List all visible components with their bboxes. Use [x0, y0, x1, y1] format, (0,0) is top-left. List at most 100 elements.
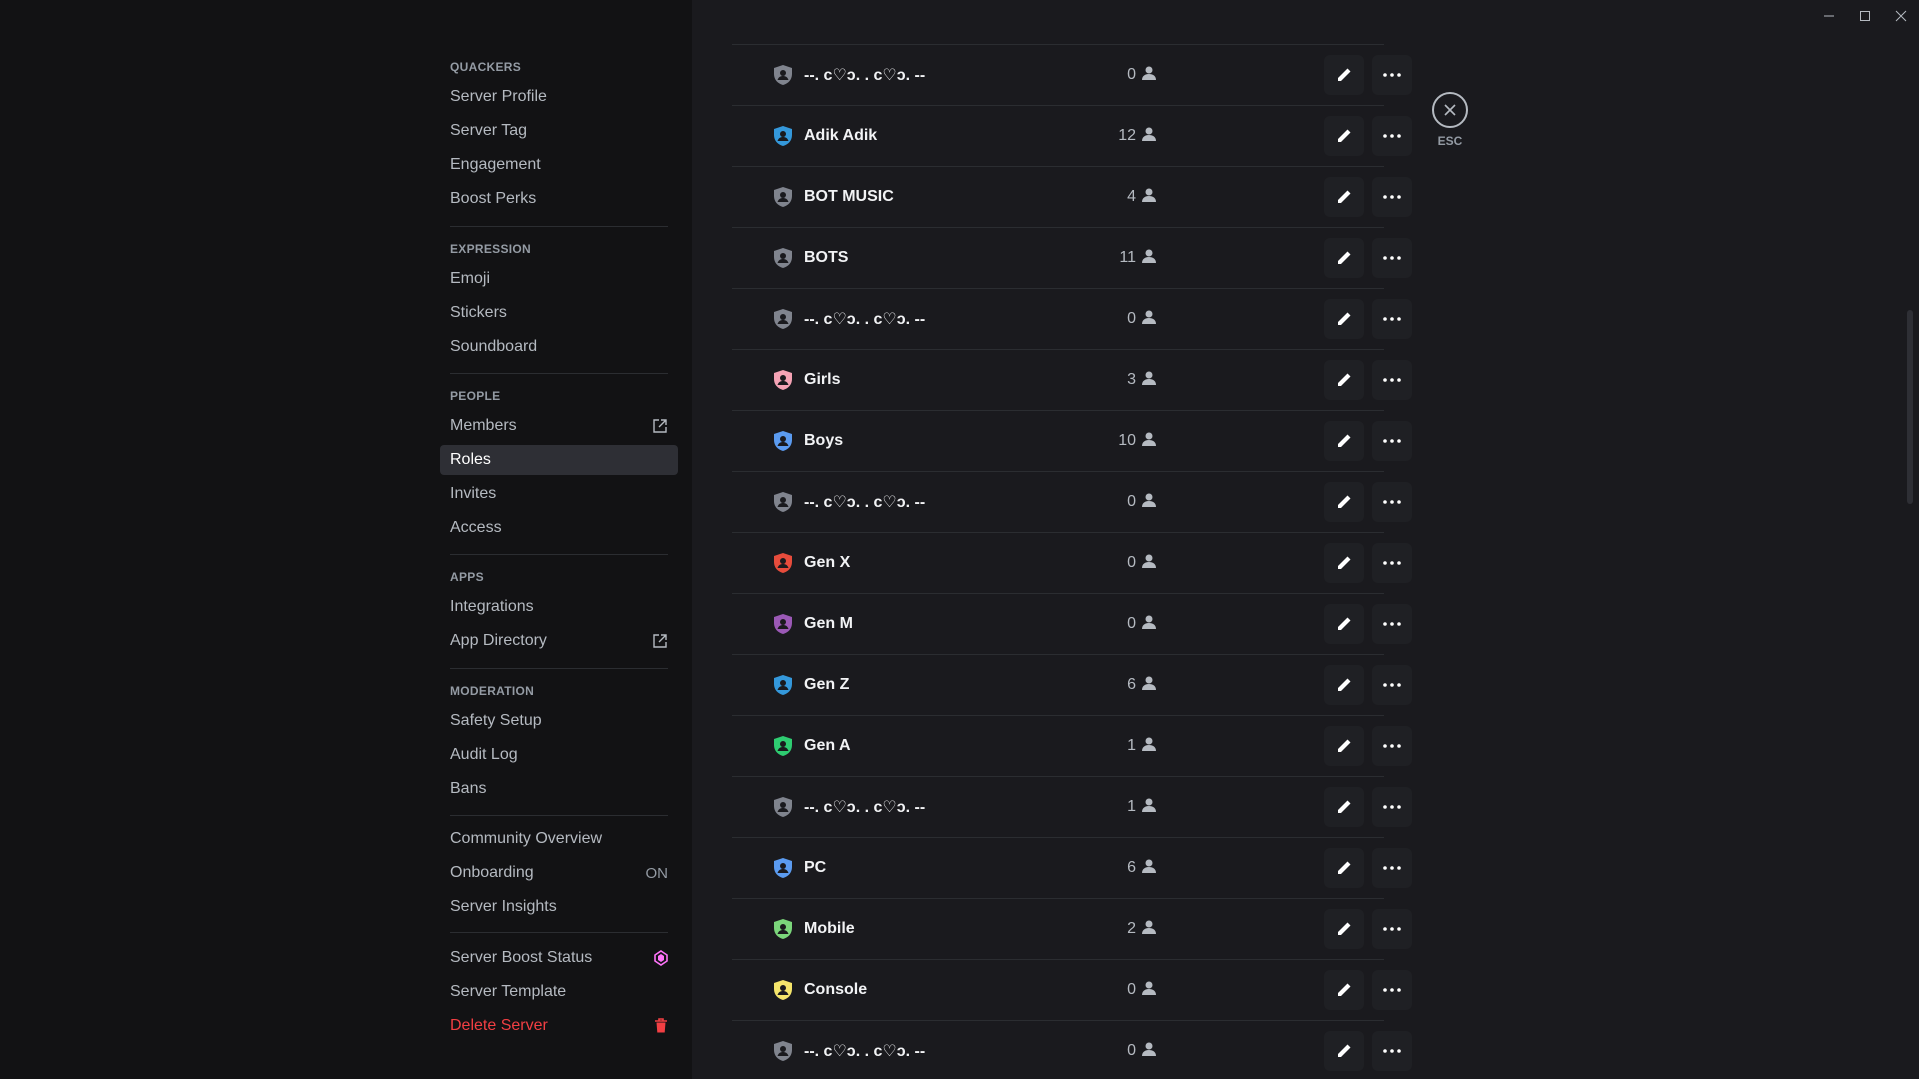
onboarding-status: ON	[645, 864, 669, 882]
more-options-button[interactable]	[1372, 299, 1412, 339]
role-row[interactable]: Gen M 0	[732, 594, 1412, 655]
sidebar-item-soundboard[interactable]: Soundboard	[440, 332, 678, 362]
role-row[interactable]: --. c♡ɔ. . c♡ɔ. -- 0	[732, 45, 1412, 106]
sidebar-item-audit-log[interactable]: Audit Log	[440, 740, 678, 770]
role-row[interactable]: --. c♡ɔ. . c♡ɔ. -- 0	[732, 1021, 1412, 1079]
edit-role-button[interactable]	[1324, 421, 1364, 461]
role-member-count[interactable]: 0	[1092, 614, 1158, 635]
more-options-button[interactable]	[1372, 726, 1412, 766]
sidebar-item-invites[interactable]: Invites	[440, 479, 678, 509]
sidebar-item-server-template[interactable]: Server Template	[440, 977, 678, 1007]
maximize-button[interactable]	[1847, 0, 1883, 32]
edit-role-button[interactable]	[1324, 665, 1364, 705]
role-member-count[interactable]: 6	[1092, 675, 1158, 696]
role-member-count[interactable]: 1	[1092, 736, 1158, 757]
sidebar-item-roles[interactable]: Roles	[440, 445, 678, 475]
edit-role-button[interactable]	[1324, 238, 1364, 278]
edit-role-button[interactable]	[1324, 726, 1364, 766]
more-options-button[interactable]	[1372, 543, 1412, 583]
sidebar-item-server-boost-status[interactable]: Server Boost Status	[440, 943, 678, 973]
role-member-count[interactable]: 4	[1092, 187, 1158, 208]
role-row[interactable]: PC 6	[732, 838, 1412, 899]
sidebar-item-members[interactable]: Members	[440, 411, 678, 441]
more-options-button[interactable]	[1372, 360, 1412, 400]
edit-role-button[interactable]	[1324, 1031, 1364, 1071]
sidebar-item-emoji[interactable]: Emoji	[440, 264, 678, 294]
sidebar-item-boost-perks[interactable]: Boost Perks	[440, 184, 678, 214]
role-row[interactable]: Adik Adik 12	[732, 106, 1412, 167]
role-row[interactable]: Console 0	[732, 960, 1412, 1021]
role-row[interactable]: Gen X 0	[732, 533, 1412, 594]
role-row[interactable]: --. c♡ɔ. . c♡ɔ. -- 0	[732, 289, 1412, 350]
sidebar-item-engagement[interactable]: Engagement	[440, 150, 678, 180]
minimize-button[interactable]	[1811, 0, 1847, 32]
sidebar-item-bans[interactable]: Bans	[440, 774, 678, 804]
sidebar-item-server-tag[interactable]: Server Tag	[440, 116, 678, 146]
close-window-button[interactable]	[1883, 0, 1919, 32]
role-member-count[interactable]: 0	[1092, 65, 1158, 86]
edit-role-button[interactable]	[1324, 848, 1364, 888]
role-row[interactable]: --. c♡ɔ. . c♡ɔ. -- 0	[732, 472, 1412, 533]
role-shield-icon	[772, 64, 794, 86]
edit-role-button[interactable]	[1324, 909, 1364, 949]
edit-role-button[interactable]	[1324, 970, 1364, 1010]
role-row[interactable]: Gen A 1	[732, 716, 1412, 777]
sidebar-item-safety-setup[interactable]: Safety Setup	[440, 706, 678, 736]
role-member-count[interactable]: 2	[1092, 919, 1158, 940]
more-options-button[interactable]	[1372, 177, 1412, 217]
role-member-count[interactable]: 10	[1092, 431, 1158, 452]
more-options-button[interactable]	[1372, 970, 1412, 1010]
more-options-button[interactable]	[1372, 909, 1412, 949]
pencil-icon	[1336, 982, 1352, 998]
more-options-button[interactable]	[1372, 604, 1412, 644]
close-settings[interactable]: ESC	[1432, 92, 1468, 148]
edit-role-button[interactable]	[1324, 116, 1364, 156]
scrollbar-thumb[interactable]	[1907, 310, 1913, 504]
role-member-count[interactable]: 6	[1092, 858, 1158, 879]
more-options-button[interactable]	[1372, 238, 1412, 278]
sidebar-item-app-directory[interactable]: App Directory	[440, 626, 678, 656]
edit-role-button[interactable]	[1324, 177, 1364, 217]
more-options-button[interactable]	[1372, 482, 1412, 522]
more-options-button[interactable]	[1372, 848, 1412, 888]
role-member-count[interactable]: 0	[1092, 309, 1158, 330]
sidebar-item-server-profile[interactable]: Server Profile	[440, 82, 678, 112]
edit-role-button[interactable]	[1324, 543, 1364, 583]
more-options-button[interactable]	[1372, 55, 1412, 95]
more-options-button[interactable]	[1372, 421, 1412, 461]
sidebar-item-stickers[interactable]: Stickers	[440, 298, 678, 328]
role-row[interactable]: Gen Z 6	[732, 655, 1412, 716]
role-row[interactable]: --. c♡ɔ. . c♡ɔ. -- 1	[732, 777, 1412, 838]
sidebar-item-integrations[interactable]: Integrations	[440, 592, 678, 622]
edit-role-button[interactable]	[1324, 787, 1364, 827]
more-options-button[interactable]	[1372, 787, 1412, 827]
edit-role-button[interactable]	[1324, 482, 1364, 522]
role-row[interactable]: Girls 3	[732, 350, 1412, 411]
sidebar-item-label: Safety Setup	[450, 712, 542, 729]
sidebar-item-onboarding[interactable]: Onboarding ON	[440, 858, 678, 888]
sidebar-item-community-overview[interactable]: Community Overview	[440, 824, 678, 854]
edit-role-button[interactable]	[1324, 55, 1364, 95]
close-button[interactable]	[1432, 92, 1468, 128]
role-member-count[interactable]: 0	[1092, 980, 1158, 1001]
more-options-button[interactable]	[1372, 116, 1412, 156]
role-row[interactable]: BOT MUSIC 4	[732, 167, 1412, 228]
role-member-count[interactable]: 12	[1092, 126, 1158, 147]
edit-role-button[interactable]	[1324, 299, 1364, 339]
sidebar-item-access[interactable]: Access	[440, 513, 678, 543]
role-member-count[interactable]: 11	[1092, 248, 1158, 269]
role-member-count[interactable]: 1	[1092, 797, 1158, 818]
edit-role-button[interactable]	[1324, 360, 1364, 400]
more-options-button[interactable]	[1372, 665, 1412, 705]
sidebar-item-server-insights[interactable]: Server Insights	[440, 892, 678, 922]
sidebar-item-delete-server[interactable]: Delete Server	[440, 1011, 678, 1041]
role-row[interactable]: Boys 10	[732, 411, 1412, 472]
role-row[interactable]: Mobile 2	[732, 899, 1412, 960]
role-member-count[interactable]: 0	[1092, 553, 1158, 574]
edit-role-button[interactable]	[1324, 604, 1364, 644]
role-member-count[interactable]: 0	[1092, 492, 1158, 513]
more-options-button[interactable]	[1372, 1031, 1412, 1071]
role-member-count[interactable]: 0	[1092, 1041, 1158, 1062]
role-row[interactable]: BOTS 11	[732, 228, 1412, 289]
role-member-count[interactable]: 3	[1092, 370, 1158, 391]
